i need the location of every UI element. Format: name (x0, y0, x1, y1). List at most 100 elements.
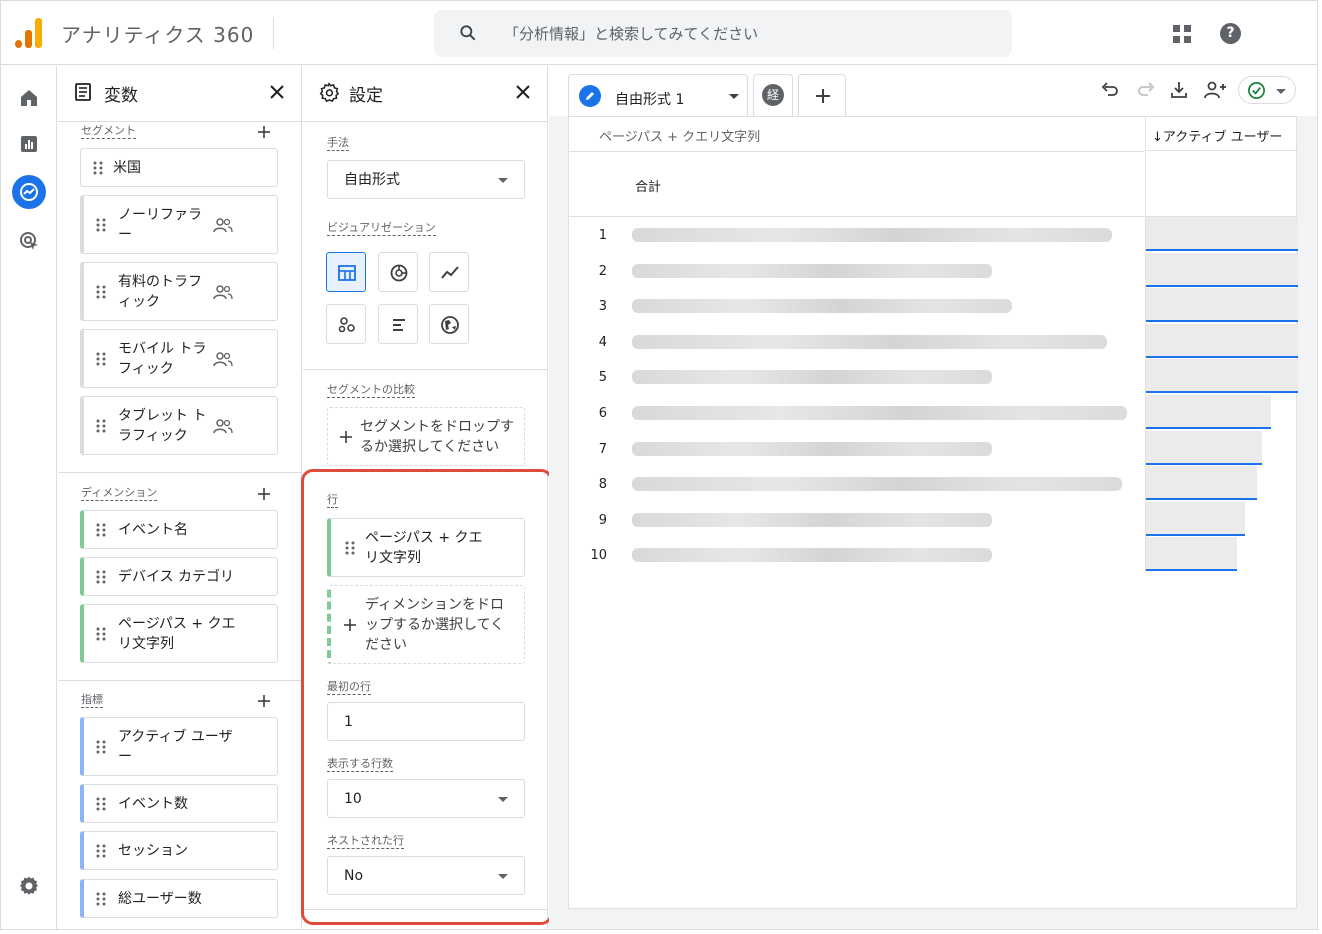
metric-chip[interactable]: アクティブ ユーザー (80, 717, 278, 776)
metric-cell (1145, 395, 1298, 431)
apps-grid-icon[interactable] (1173, 25, 1191, 43)
redacted-page-path (632, 263, 992, 278)
users-icon (213, 418, 233, 433)
drag-handle-icon[interactable] (96, 352, 106, 366)
metric-cell (1145, 359, 1298, 396)
users-icon (213, 284, 233, 299)
table-row[interactable]: 2 (569, 252, 1298, 289)
dimension-chip[interactable]: ページパス + クエリ文字列 (80, 604, 278, 663)
segment-chip[interactable]: 有料のトラフィック (80, 262, 278, 321)
metric-chip[interactable]: イベント数 (80, 784, 278, 823)
line-viz-button[interactable] (429, 252, 469, 292)
visualization-label: ビジュアリゼーション (327, 221, 436, 236)
tab-path-exploration[interactable]: 経 (753, 74, 793, 116)
left-nav (1, 66, 57, 929)
segment-chip[interactable]: タブレット トラフィック (80, 396, 278, 455)
metric-bar (1146, 288, 1298, 323)
drag-handle-icon[interactable] (96, 523, 106, 537)
dimension-column-header[interactable]: ページパス + クエリ文字列 (599, 126, 760, 145)
metric-cell (1145, 501, 1298, 538)
add-icon (340, 431, 352, 443)
drag-handle-icon[interactable] (96, 797, 106, 811)
settings-icon[interactable] (17, 874, 41, 898)
chip-label: デバイス カテゴリ (118, 569, 235, 585)
table-row[interactable]: 5 (569, 359, 1298, 396)
chip-label: モバイル トラフィック (118, 341, 207, 377)
row-number: 9 (598, 512, 607, 528)
redo-icon[interactable] (1136, 80, 1156, 100)
metric-cell (1145, 430, 1298, 467)
scatter-chart-icon (338, 317, 355, 333)
analytics-logo-icon (15, 18, 43, 48)
add-metric-icon[interactable] (256, 693, 272, 709)
download-icon[interactable] (1169, 80, 1189, 100)
drag-handle-icon[interactable] (96, 218, 106, 232)
table-row[interactable]: 8 (569, 466, 1298, 503)
drag-handle-icon[interactable] (96, 740, 106, 754)
metric-column-header[interactable]: ↓アクティブ ユーザー (1145, 117, 1298, 151)
dimension-chip[interactable]: デバイス カテゴリ (80, 557, 278, 596)
donut-chart-icon (390, 264, 408, 282)
drag-handle-icon[interactable] (96, 844, 106, 858)
table-row[interactable]: 1 (569, 217, 1298, 253)
tab-freeform-1[interactable]: 自由形式 1 (568, 74, 748, 116)
undo-icon[interactable] (1100, 80, 1120, 100)
advertising-icon[interactable] (17, 229, 41, 253)
status-dropdown[interactable] (1238, 76, 1296, 104)
explore-nav-button[interactable] (12, 175, 46, 209)
home-icon[interactable] (17, 86, 41, 110)
add-tab-button[interactable] (798, 74, 846, 116)
segment-chip[interactable]: モバイル トラフィック (80, 329, 278, 388)
drag-handle-icon[interactable] (96, 892, 106, 906)
search-bar[interactable]: 「分析情報」と検索してみてください (434, 10, 1012, 57)
donut-viz-button[interactable] (378, 252, 418, 292)
row-number: 6 (598, 406, 607, 421)
variables-panel: 変数 セグメント 米国 ノーリファラー 有料のトラフィック モバイル トラフィッ… (58, 66, 302, 929)
pencil-icon[interactable] (579, 85, 601, 107)
variables-title: 変数 (104, 86, 138, 106)
redacted-page-path (632, 228, 1112, 242)
segment-chip[interactable]: 米国 (80, 148, 278, 187)
close-icon[interactable] (515, 84, 531, 100)
table-row[interactable]: 4 (569, 323, 1298, 360)
bar-viz-button[interactable] (378, 304, 418, 344)
exploration-canvas-area: 自由形式 1 経 ページパス + クエリ文字列 ↓アクティブ ユーザー 合計 1… (549, 66, 1317, 929)
help-icon[interactable]: ? (1220, 23, 1241, 44)
technique-select[interactable]: 自由形式 (327, 160, 525, 199)
drag-handle-icon[interactable] (96, 285, 106, 299)
close-icon[interactable] (269, 84, 285, 100)
table-row[interactable]: 3 (569, 288, 1298, 325)
reports-icon[interactable] (17, 132, 41, 156)
table-row[interactable]: 6 (569, 395, 1298, 431)
row-number: 2 (598, 263, 607, 279)
metric-cell (1145, 537, 1298, 574)
share-user-icon[interactable] (1203, 80, 1227, 100)
redacted-page-path (632, 512, 992, 527)
table-row[interactable]: 7 (569, 430, 1298, 467)
metric-chip[interactable]: 総ユーザー数 (80, 879, 278, 918)
chip-label: ページパス + クエリ文字列 (118, 616, 236, 652)
metric-cell (1145, 323, 1298, 360)
metric-bar (1146, 359, 1298, 394)
metric-chip[interactable]: セッション (80, 831, 278, 870)
technique-label: 手法 (327, 136, 349, 151)
table-row[interactable]: 9 (569, 501, 1298, 538)
top-bar: アナリティクス 360 「分析情報」と検索してみてください ? (1, 1, 1317, 65)
chip-label: イベント名 (118, 522, 188, 538)
chevron-down-icon[interactable] (729, 94, 739, 99)
drag-handle-icon[interactable] (96, 570, 106, 584)
table-viz-button[interactable] (326, 252, 366, 292)
drag-handle-icon[interactable] (93, 161, 103, 175)
segment-drop-zone[interactable]: セグメントをドロップするか選択してください (327, 407, 525, 466)
scatter-viz-button[interactable] (326, 304, 366, 344)
line-chart-icon (441, 266, 459, 279)
table-row[interactable]: 10 (569, 537, 1298, 574)
geo-viz-button[interactable] (429, 304, 469, 344)
add-dimension-icon[interactable] (256, 486, 272, 502)
drag-handle-icon[interactable] (96, 627, 106, 641)
dimension-chip[interactable]: イベント名 (80, 510, 278, 549)
divider (58, 121, 301, 122)
add-segment-icon[interactable] (256, 124, 272, 140)
drag-handle-icon[interactable] (96, 419, 106, 433)
segment-chip[interactable]: ノーリファラー (80, 195, 278, 254)
